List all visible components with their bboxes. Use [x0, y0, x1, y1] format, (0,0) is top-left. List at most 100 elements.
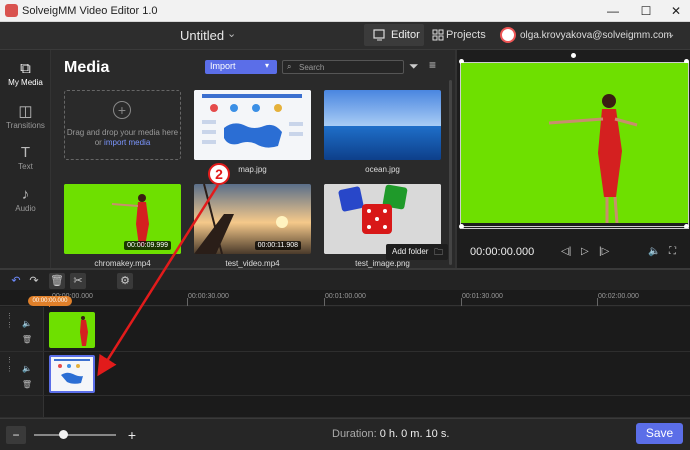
chevron-down-icon: ▾ — [265, 61, 270, 70]
folder-icon: 🗀 — [434, 247, 444, 257]
sidebar-item-transitions[interactable]: ◫ Transitions — [0, 98, 51, 138]
preview-video — [461, 63, 688, 224]
media-item-label: test_image.png — [355, 259, 410, 268]
close-button[interactable]: ✕ — [666, 3, 686, 19]
redo-icon[interactable]: ↷ — [26, 273, 42, 289]
zoom-slider[interactable] — [34, 434, 116, 436]
sidebar: ⧉ My Media ◫ Transitions T Text ♪ Audio — [0, 50, 51, 268]
duration-badge: 00:00:11.908 — [254, 241, 301, 250]
search-box[interactable]: ⌕ — [282, 60, 404, 74]
sort-icon[interactable]: ≡ — [429, 58, 436, 72]
window-title: SolveigMM Video Editor 1.0 — [22, 5, 158, 17]
minimize-button[interactable]: — — [603, 3, 623, 19]
media-item-map[interactable] — [194, 90, 311, 160]
video-track-2: ⋮ ⋮ 🔈 🗑 — [0, 352, 690, 396]
sidebar-item-audio[interactable]: ♪ Audio — [0, 182, 51, 222]
media-icon: ⧉ — [20, 60, 31, 77]
media-item-chromakey[interactable]: 00:00:09.999 — [64, 184, 181, 254]
import-button[interactable]: Import ▾ — [205, 60, 277, 74]
sidebar-item-my-media[interactable]: ⧉ My Media — [0, 56, 51, 96]
sidebar-item-label: My Media — [8, 78, 43, 87]
annotation-step-marker: 2 — [208, 163, 230, 185]
duration-value: 0 h. 0 m. 10 s. — [379, 428, 450, 440]
ruler-tick — [187, 298, 188, 306]
app-logo-icon — [5, 4, 18, 17]
empty-track — [0, 396, 690, 418]
sidebar-item-text[interactable]: T Text — [0, 140, 51, 180]
media-item-ocean[interactable] — [324, 90, 441, 160]
map-thumbnail — [194, 90, 311, 160]
media-panel: Media Import ▾ ⌕ ⏷ ≡ + Drag and drop you… — [51, 50, 455, 268]
volume-icon[interactable]: 🔈 — [20, 362, 34, 376]
drag-handle-icon[interactable]: ⋮ ⋮ — [6, 356, 14, 392]
import-label: Import — [210, 61, 236, 71]
settings-icon[interactable]: ⚙ — [117, 273, 133, 289]
filter-icon[interactable]: ⏷ — [409, 59, 419, 74]
project-title[interactable]: Untitled — [180, 28, 224, 43]
add-folder-button[interactable]: Add folder 🗀 — [386, 244, 448, 260]
ruler-label: 00:01:30.000 — [462, 293, 503, 300]
tab-projects[interactable]: Projects — [428, 24, 488, 46]
rotate-handle[interactable] — [571, 53, 576, 58]
zoom-slider-knob[interactable] — [59, 430, 68, 439]
timeline-ruler[interactable]: 00:00:00.000 00:00:30.000 00:01:00.000 0… — [0, 290, 690, 306]
bottom-bar: − + Duration: 0 h. 0 m. 10 s. Save — [0, 418, 690, 450]
media-scrollbar[interactable] — [449, 80, 452, 265]
trash-icon[interactable]: 🗑 — [20, 378, 34, 392]
ruler-label: 00:00:30.000 — [188, 293, 229, 300]
drag-handle-icon[interactable]: ⋮ ⋮ — [6, 312, 14, 348]
clip-thumbnail — [51, 357, 93, 391]
playhead-time[interactable]: 00:00:00.000 — [28, 296, 72, 306]
trash-icon[interactable]: 🗑 — [20, 333, 34, 347]
media-item-test-video[interactable]: 00:00:11.908 — [194, 184, 311, 254]
music-note-icon: ♪ — [21, 186, 30, 203]
search-input[interactable] — [299, 62, 399, 73]
search-icon: ⌕ — [287, 62, 292, 71]
play-icon[interactable]: ▷ — [581, 246, 589, 257]
delete-icon[interactable]: 🗑 — [49, 273, 65, 289]
user-email[interactable]: olga.krovyakova@solveigmm.com — [520, 30, 672, 41]
preview-panel: 00:00:00.000 ◁| ▷ |▷ 🔈 ⛶ — [455, 50, 690, 268]
zoom-in-button[interactable]: + — [122, 426, 142, 444]
import-media-link[interactable]: import media — [104, 138, 150, 147]
grid-icon — [432, 29, 444, 41]
transitions-icon: ◫ — [18, 103, 33, 120]
track-header — [0, 396, 44, 417]
chevron-down-icon[interactable]: ⌄ — [667, 29, 675, 40]
media-item-label: ocean.jpg — [365, 165, 400, 174]
preview-divider — [460, 228, 689, 229]
next-frame-icon[interactable]: |▷ — [599, 246, 609, 257]
tab-editor[interactable]: Editor — [364, 24, 424, 46]
timeline-clip-chromakey[interactable] — [49, 312, 95, 348]
timeline-clip-map[interactable] — [49, 355, 95, 393]
text-icon: T — [20, 144, 31, 161]
undo-icon[interactable]: ↶ — [8, 273, 24, 289]
volume-icon[interactable]: 🔈 — [20, 317, 34, 331]
drop-zone[interactable]: + Drag and drop your media here or impor… — [64, 90, 181, 160]
duration-label: Duration: — [332, 428, 377, 440]
add-folder-label: Add folder — [392, 247, 429, 256]
media-item-label: test_video.mp4 — [225, 259, 280, 268]
split-icon[interactable]: ✂ — [70, 273, 86, 289]
chevron-down-icon[interactable]: ⌄ — [227, 27, 236, 40]
zoom-out-button[interactable]: − — [6, 426, 26, 444]
ocean-thumbnail — [324, 90, 441, 160]
sidebar-item-label: Audio — [15, 204, 36, 213]
tab-editor-label: Editor — [391, 29, 420, 41]
volume-icon[interactable]: 🔈 — [648, 246, 660, 257]
timeline-toolbar: ↶ ↷ 🗑 ✂ ⚙ — [0, 268, 690, 290]
track-header: ⋮ ⋮ 🔈 🗑 — [0, 352, 44, 395]
clip-thumbnail — [49, 312, 95, 348]
save-button[interactable]: Save — [636, 423, 683, 444]
ruler-label: 00:01:00.000 — [325, 293, 366, 300]
video-track-1: ⋮ ⋮ 🔈 🗑 — [0, 307, 690, 352]
previous-frame-icon[interactable]: ◁| — [561, 246, 571, 257]
top-bar: Untitled ⌄ Editor Projects olga.krovyako… — [0, 22, 690, 50]
ruler-tick — [597, 298, 598, 306]
ruler-label: 00:02:00.000 — [598, 293, 639, 300]
avatar[interactable] — [500, 27, 516, 43]
duration-badge: 00:00:09.999 — [124, 241, 171, 250]
media-title: Media — [64, 59, 110, 76]
fullscreen-icon[interactable]: ⛶ — [669, 246, 676, 257]
maximize-button[interactable]: ☐ — [636, 3, 656, 19]
